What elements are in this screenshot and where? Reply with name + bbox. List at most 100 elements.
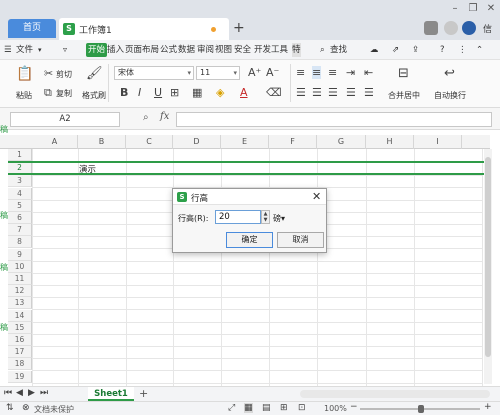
new-tab-button[interactable]: + (233, 20, 245, 36)
merge-center-button[interactable]: 合并居中 (388, 90, 420, 101)
indent-icon[interactable]: ⇥ (346, 66, 355, 79)
merge-icon[interactable]: ⊟ (398, 66, 409, 81)
column-header[interactable]: A (32, 135, 78, 149)
normal-view-icon[interactable]: ▦ (244, 403, 253, 413)
menu-insert[interactable]: 插入 (107, 43, 124, 57)
zoom-icon[interactable]: ⌕ (143, 112, 149, 123)
protect-icon[interactable]: ⊗ (22, 403, 30, 413)
column-header[interactable]: D (173, 135, 221, 149)
wrap-icon[interactable]: ↩ (444, 66, 455, 81)
close-icon[interactable]: ✕ (484, 2, 498, 16)
collapse-icon[interactable]: ⌃ (476, 43, 483, 57)
row-header[interactable]: 8 (8, 236, 32, 249)
tab-home[interactable]: 首页 (8, 19, 56, 38)
menu-start[interactable]: 开始 (86, 43, 108, 57)
nav-first-icon[interactable]: ⏮ (4, 388, 12, 398)
underline-icon[interactable]: U (154, 86, 162, 99)
menu-security[interactable]: 安全 (234, 43, 251, 57)
border-icon[interactable]: ⊞ (170, 86, 179, 99)
unit-select[interactable]: 磅▾ (273, 213, 285, 224)
row-header[interactable]: 19 (8, 370, 32, 383)
cut-icon[interactable]: ✂ (44, 67, 53, 80)
paste-icon[interactable]: 📋 (16, 66, 33, 82)
align-bottom-icon[interactable]: ≡ (328, 66, 337, 79)
nav-last-icon[interactable]: ⏭ (40, 388, 48, 398)
row-header[interactable]: 7 (8, 224, 32, 237)
cell-style-icon[interactable]: ▦ (192, 86, 202, 99)
row-header[interactable]: 16 (8, 334, 32, 346)
help-icon[interactable]: ? (440, 43, 445, 57)
tab-document[interactable]: S 工作簿1 (59, 18, 229, 40)
scroll-thumb[interactable] (485, 157, 491, 357)
font-name-select[interactable]: 宋体 ▾ (114, 66, 194, 80)
align-right-icon[interactable]: ☰ (328, 86, 338, 99)
row-header[interactable]: 17 (8, 346, 32, 359)
zoom-in-icon[interactable]: + (484, 402, 492, 412)
ok-button[interactable]: 确定 (226, 232, 273, 248)
zoom-slider-knob[interactable] (418, 405, 424, 413)
export-icon[interactable]: ⇪ (412, 43, 419, 57)
paste-button[interactable]: 粘贴 (16, 90, 32, 101)
page-break-view-icon[interactable]: ⊞ (280, 403, 288, 413)
menu-review[interactable]: 审阅 (197, 43, 214, 57)
fill-color-icon[interactable]: ◈ (216, 86, 224, 99)
zoom-out-icon[interactable]: − (350, 402, 358, 412)
row-header[interactable]: 6 (8, 212, 32, 224)
sheet-grid[interactable]: ABCDEFGHI 1 2 3 4 5 6 7 8 9 10 11 12 13 14 15 16 17 18 19 … (0, 130, 500, 386)
distribute-icon[interactable]: ☰ (364, 86, 374, 99)
italic-icon[interactable]: I (138, 86, 141, 99)
menu-developer[interactable]: 开发工具 (254, 43, 288, 57)
menu-file[interactable]: 文件 (16, 43, 33, 57)
column-header[interactable]: E (221, 135, 269, 149)
more-icon[interactable]: ⋮ (458, 43, 467, 57)
menu-page-layout[interactable]: 页面布局 (125, 43, 159, 57)
avatar[interactable] (462, 21, 476, 35)
nav-next-icon[interactable]: ▶ (28, 388, 35, 398)
align-left-icon[interactable]: ☰ (296, 86, 306, 99)
restore-icon[interactable]: ❐ (466, 2, 480, 16)
menu-formula[interactable]: 公式 (160, 43, 177, 57)
row-header[interactable]: 5 (8, 199, 32, 212)
name-box[interactable]: A2 (10, 112, 120, 127)
sheet-tab-sheet1[interactable]: Sheet1 (88, 387, 134, 401)
document-protect-status[interactable]: 文档未保护 (34, 404, 74, 415)
share-icon[interactable]: ⇗ (392, 43, 399, 57)
copy-icon[interactable]: ⧉ (44, 86, 52, 100)
wrap-text-button[interactable]: 自动换行 (434, 90, 466, 101)
cell-b2[interactable]: 演示 (79, 163, 96, 175)
align-middle-icon[interactable]: ≡ (312, 66, 322, 79)
row-header[interactable]: 4 (8, 187, 32, 200)
horizontal-scrollbar[interactable] (300, 390, 490, 398)
column-header[interactable]: C (126, 135, 173, 149)
sheet-nav-icon[interactable]: ⇅ (6, 403, 14, 413)
search-icon[interactable]: ⌕ (320, 43, 325, 57)
align-center-icon[interactable]: ☰ (312, 86, 322, 99)
formula-input[interactable] (176, 112, 492, 127)
hamburger-icon[interactable]: ☰ (4, 43, 12, 57)
format-painter-button[interactable]: 格式刷 (82, 90, 106, 101)
row-height-input[interactable] (215, 210, 261, 224)
bold-icon[interactable]: B (120, 86, 128, 99)
column-header[interactable]: G (317, 135, 366, 149)
menu-more[interactable]: 特 (292, 43, 301, 57)
font-size-select[interactable]: 11 ▾ (196, 66, 240, 80)
row-header[interactable]: 18 (8, 358, 32, 371)
column-header[interactable]: F (269, 135, 317, 149)
window-switch-icon[interactable] (424, 21, 438, 35)
menu-data[interactable]: 数据 (178, 43, 195, 57)
justify-icon[interactable]: ☰ (346, 86, 356, 99)
grid-icon[interactable] (444, 21, 458, 35)
copy-button[interactable]: 复制 (56, 88, 72, 99)
column-header[interactable]: I (414, 135, 462, 149)
undo-dropdown-icon[interactable]: ▿ (63, 43, 67, 57)
cloud-icon[interactable]: ☁ (370, 43, 379, 57)
nav-prev-icon[interactable]: ◀ (16, 388, 23, 398)
font-color-icon[interactable]: A (240, 86, 248, 99)
menu-view[interactable]: 视图 (215, 43, 232, 57)
fx-icon[interactable]: fx (160, 111, 169, 122)
minimize-icon[interactable]: – (448, 2, 462, 16)
row-header[interactable]: 13 (8, 297, 32, 310)
close-icon[interactable]: ✕ (312, 190, 321, 203)
row-header[interactable]: 9 (8, 248, 32, 261)
font-grow-icon[interactable]: A⁺ (248, 66, 261, 79)
